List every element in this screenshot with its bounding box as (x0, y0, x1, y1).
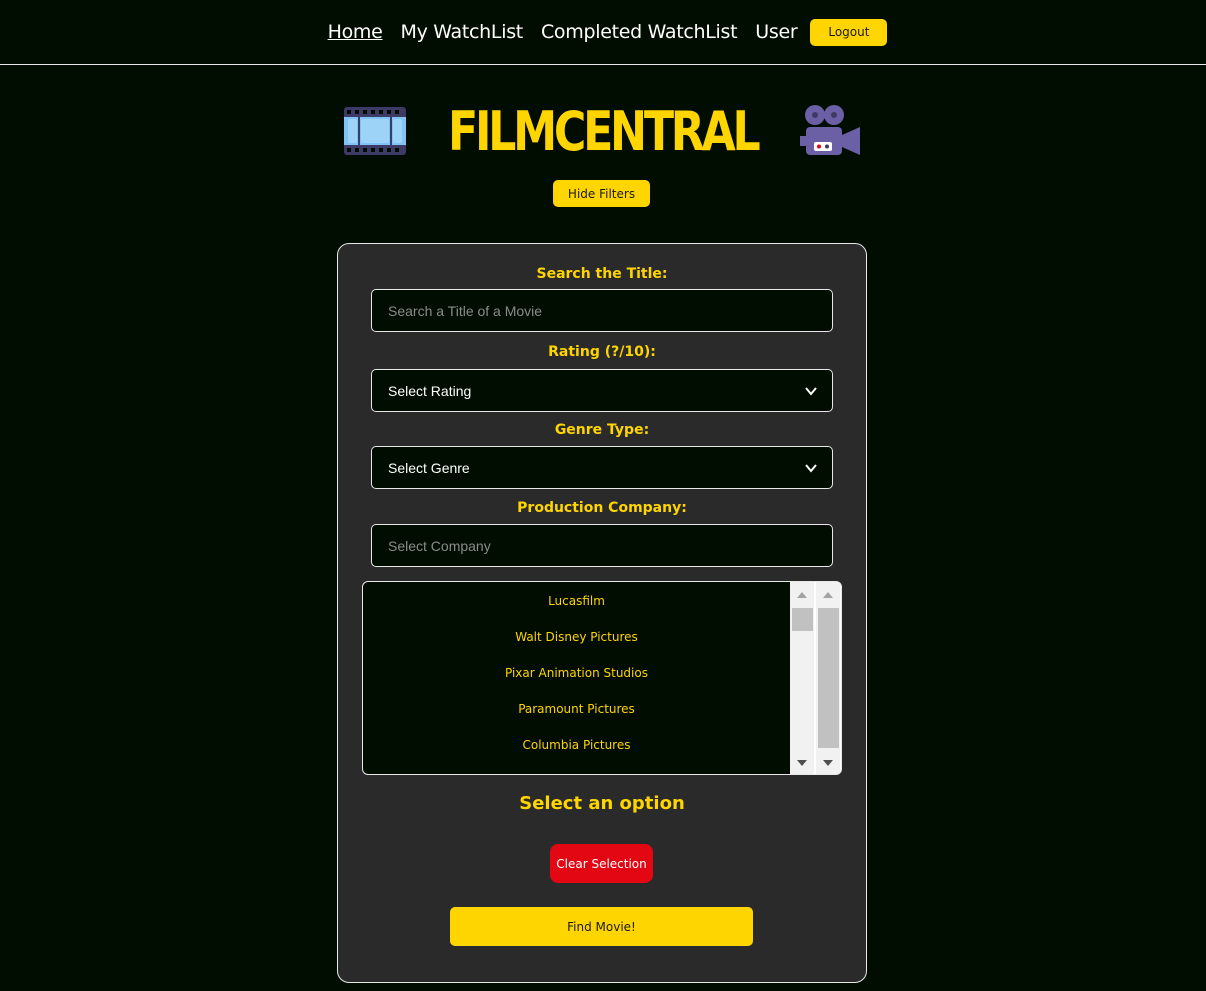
company-list-item[interactable]: Columbia Pictures (363, 738, 790, 752)
movie-camera-icon (799, 105, 860, 155)
chevron-down-icon (805, 463, 817, 473)
genre-select[interactable]: Select Genre (371, 446, 833, 489)
scroll-up-arrow-icon[interactable] (823, 592, 833, 598)
inner-scroll-thumb[interactable] (792, 608, 813, 631)
outer-scroll-thumb[interactable] (818, 608, 839, 748)
company-list-item[interactable]: Lucasfilm (363, 594, 790, 608)
company-label: Production Company: (517, 500, 687, 516)
hide-filters-button[interactable]: Hide Filters (553, 180, 650, 207)
title-search-field[interactable] (371, 289, 833, 332)
genre-select-value: Select Genre (388, 459, 470, 476)
nav-my-watchlist-link[interactable]: My WatchList (401, 21, 524, 43)
scroll-up-arrow-icon[interactable] (797, 592, 807, 598)
rating-select-value: Select Rating (388, 382, 472, 399)
scroll-down-arrow-icon[interactable] (797, 760, 807, 766)
outer-scrollbar[interactable] (816, 582, 840, 774)
clear-selection-button[interactable]: Clear Selection (550, 844, 653, 883)
selection-status: Select an option (519, 793, 685, 814)
find-movie-button[interactable]: Find Movie! (450, 907, 753, 946)
company-list-item[interactable]: Walt Disney Pictures (363, 630, 790, 644)
company-list-item[interactable]: Paramount Pictures (363, 702, 790, 716)
inner-scrollbar[interactable] (790, 582, 814, 774)
company-list-items: Lucasfilm Walt Disney Pictures Pixar Ani… (363, 582, 790, 774)
film-frames-icon (344, 107, 407, 155)
chevron-down-icon (805, 386, 817, 396)
rating-select[interactable]: Select Rating (371, 369, 833, 412)
top-navbar: Home My WatchList Completed WatchList Us… (0, 0, 1206, 65)
rating-label: Rating (?/10): (548, 344, 656, 360)
genre-label: Genre Type: (554, 422, 650, 438)
company-list[interactable]: Lucasfilm Walt Disney Pictures Pixar Ani… (362, 581, 842, 775)
scroll-down-arrow-icon[interactable] (823, 760, 833, 766)
company-list-item[interactable]: Pixar Animation Studios (363, 666, 790, 680)
nav-home-link[interactable]: Home (328, 21, 383, 43)
nav-user-link[interactable]: User (755, 21, 797, 43)
title-label: Search the Title: (536, 266, 668, 282)
filter-panel: Search the Title: Rating (?/10): Select … (337, 243, 867, 983)
logout-button[interactable]: Logout (810, 18, 888, 46)
brand-title: FILMCENTRAL (448, 99, 761, 163)
title-search-input[interactable] (386, 301, 818, 320)
company-search-field[interactable] (371, 524, 833, 567)
brand-header: FILMCENTRAL (0, 99, 1206, 163)
company-search-input[interactable] (386, 536, 818, 555)
nav-completed-watchlist-link[interactable]: Completed WatchList (541, 21, 738, 43)
